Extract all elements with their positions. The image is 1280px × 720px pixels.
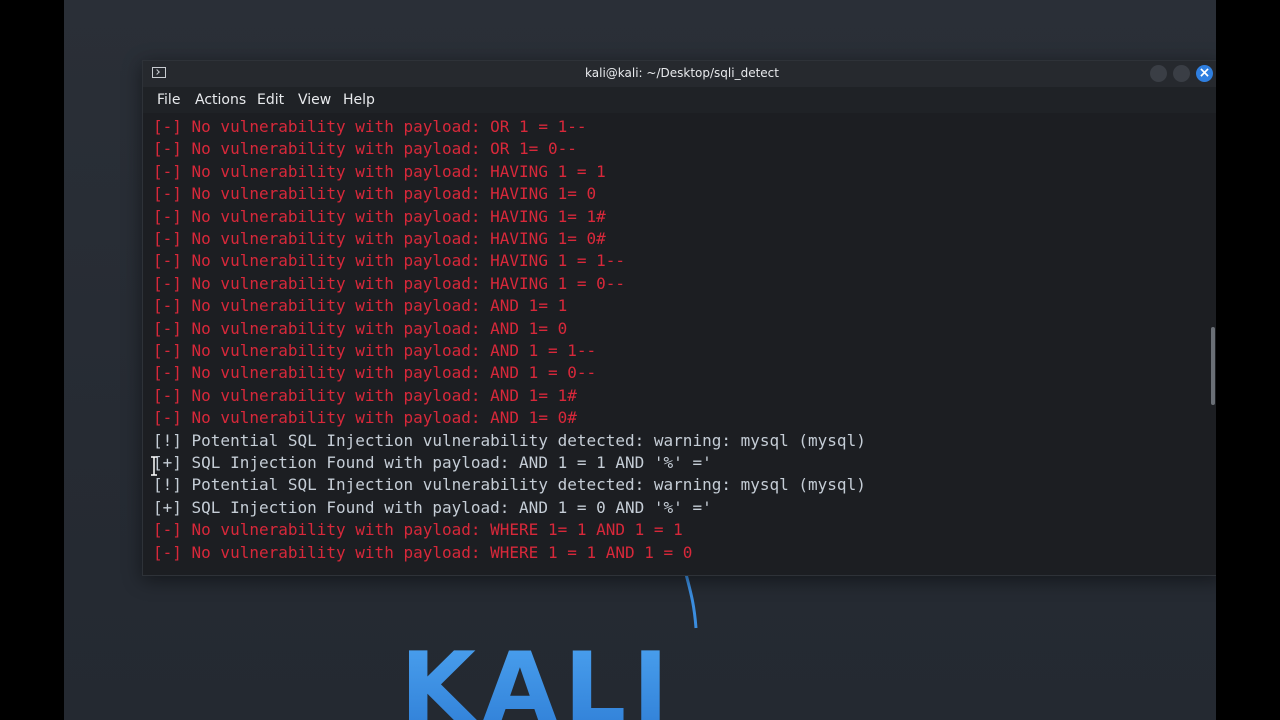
terminal-line: [-] No vulnerability with payload: OR 1=… xyxy=(153,139,577,159)
terminal-line: [-] No vulnerability with payload: WHERE… xyxy=(153,520,683,540)
terminal-line: [-] No vulnerability with payload: HAVIN… xyxy=(153,229,606,248)
minimize-button[interactable] xyxy=(1150,65,1167,82)
terminal-output[interactable]: [-] No vulnerability with payload: OR 1 … xyxy=(143,113,1207,573)
menu-file[interactable]: File xyxy=(157,92,180,108)
menu-edit[interactable]: Edit xyxy=(257,92,284,108)
text-cursor-icon xyxy=(151,456,157,476)
maximize-button[interactable] xyxy=(1173,65,1190,82)
menubar: File Actions Edit View Help xyxy=(143,87,1216,113)
terminal-line: [+] SQL Injection Found with payload: AN… xyxy=(153,453,712,472)
close-button[interactable]: × xyxy=(1196,65,1213,82)
terminal-line: [-] No vulnerability with payload: HAVIN… xyxy=(153,161,606,181)
terminal-line: [-] No vulnerability with payload: OR 1 … xyxy=(153,117,587,136)
terminal-line: [-] No vulnerability with payload: HAVIN… xyxy=(153,184,597,204)
terminal-line: [-] No vulnerability with payload: AND 1… xyxy=(153,408,577,428)
menu-actions[interactable]: Actions xyxy=(195,92,246,108)
terminal-window[interactable]: kali@kali: ~/Desktop/sqli_detect × File … xyxy=(142,60,1216,576)
terminal-line: [-] No vulnerability with payload: HAVIN… xyxy=(153,251,626,271)
terminal-line: [!] Potential SQL Injection vulnerabilit… xyxy=(153,430,866,450)
desktop: KALI kali@kali: ~/Desktop/sqli_detect × … xyxy=(64,0,1216,720)
terminal-line: [+] SQL Injection Found with payload: AN… xyxy=(153,497,712,517)
terminal-line: [-] No vulnerability with payload: AND 1… xyxy=(153,385,577,405)
terminal-line: [!] Potential SQL Injection vulnerabilit… xyxy=(153,475,866,495)
menu-help[interactable]: Help xyxy=(343,92,375,108)
terminal-line: [-] No vulnerability with payload: HAVIN… xyxy=(153,206,606,226)
terminal-line: [-] No vulnerability with payload: AND 1… xyxy=(153,318,568,338)
terminal-line: [-] No vulnerability with payload: HAVIN… xyxy=(153,273,626,293)
terminal-line: [-] No vulnerability with payload: AND 1… xyxy=(153,363,597,383)
menu-view[interactable]: View xyxy=(298,92,331,108)
terminal-line: [-] No vulnerability with payload: AND 1… xyxy=(153,341,597,360)
titlebar[interactable]: kali@kali: ~/Desktop/sqli_detect × xyxy=(143,61,1216,87)
terminal-line: [-] No vulnerability with payload: WHERE… xyxy=(153,542,693,562)
scrollbar-thumb[interactable] xyxy=(1211,327,1215,405)
kali-logo: KALI xyxy=(400,640,675,720)
window-title: kali@kali: ~/Desktop/sqli_detect xyxy=(585,66,779,80)
terminal-line: [-] No vulnerability with payload: AND 1… xyxy=(153,296,568,316)
